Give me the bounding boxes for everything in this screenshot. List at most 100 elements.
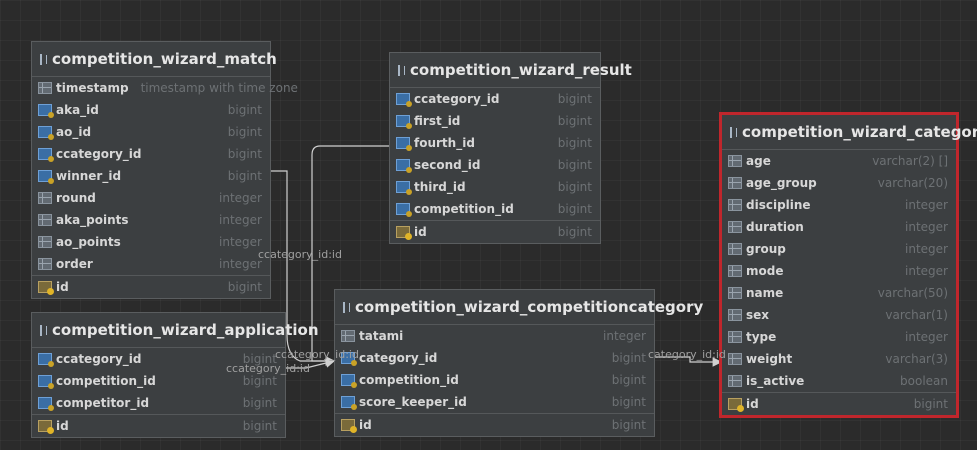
column-name: ao_points: [56, 235, 121, 249]
column-icon: [728, 221, 742, 233]
primary-key-row[interactable]: id bigint: [335, 413, 654, 436]
table-competition-wizard-result[interactable]: competition_wizard_result ccategory_idbi…: [389, 52, 632, 244]
column-icon: [728, 155, 742, 167]
column-icon: [341, 330, 355, 342]
column-name: duration: [746, 220, 804, 234]
column-type: bigint: [557, 202, 592, 216]
column-row[interactable]: fourth_id bigint: [390, 132, 600, 154]
column-type: bigint: [557, 114, 592, 128]
table-competition-wizard-category[interactable]: competition_wizard_category age varchar(2…: [719, 112, 977, 418]
diagram-canvas[interactable]: competition_wizard_match timestamp timest…: [0, 0, 977, 450]
primary-key-row[interactable]: id bigint: [32, 275, 270, 298]
table-title: competition_wizard_result: [410, 61, 632, 79]
column-type: bigint: [611, 418, 646, 432]
table-competition-wizard-match[interactable]: competition_wizard_match timestamp timest…: [31, 41, 298, 299]
column-name: id: [56, 419, 69, 433]
column-icon: [728, 243, 742, 255]
column-row[interactable]: timestamp timestamp with time zone: [32, 77, 298, 99]
column-name: aka_points: [56, 213, 129, 227]
column-row[interactable]: age_group varchar(20): [722, 172, 956, 194]
column-row[interactable]: competition_id bigint: [390, 198, 600, 220]
table-header: competition_wizard_match: [32, 42, 277, 77]
column-name: sex: [746, 308, 770, 322]
column-row[interactable]: discipline integer: [722, 194, 956, 216]
column-name: category_id: [359, 351, 438, 365]
column-type: varchar(1): [885, 308, 948, 322]
column-row[interactable]: ao_points integer: [32, 231, 270, 253]
column-type: integer: [905, 264, 948, 278]
column-name: second_id: [414, 158, 481, 172]
table-icon: [343, 301, 350, 313]
column-type: integer: [905, 330, 948, 344]
column-row[interactable]: winner_id bigint: [32, 165, 270, 187]
column-name: name: [746, 286, 784, 300]
edge-label-match-ccategory: ccategory_id:id: [258, 248, 342, 261]
column-row[interactable]: aka_points integer: [32, 209, 270, 231]
column-row[interactable]: mode integer: [722, 260, 956, 282]
column-name: order: [56, 257, 93, 271]
column-row[interactable]: ccategory_id bigint: [390, 88, 600, 110]
column-row[interactable]: score_keeper_id bigint: [335, 391, 654, 413]
foreign-key-icon: [38, 104, 54, 118]
column-type: integer: [603, 329, 646, 343]
column-row[interactable]: third_id bigint: [390, 176, 600, 198]
primary-key-row[interactable]: id bigint: [390, 220, 600, 243]
column-type: bigint: [913, 397, 948, 411]
column-row[interactable]: duration integer: [722, 216, 956, 238]
foreign-key-icon: [396, 115, 412, 129]
column-name: ccategory_id: [414, 92, 500, 106]
column-row[interactable]: type integer: [722, 326, 956, 348]
column-row[interactable]: sex varchar(1): [722, 304, 956, 326]
primary-key-row[interactable]: id bigint: [722, 392, 956, 415]
column-name: competition_id: [56, 374, 156, 388]
foreign-key-icon: [396, 137, 412, 151]
column-name: competition_id: [359, 373, 459, 387]
column-row[interactable]: age varchar(2) []: [722, 150, 956, 172]
column-type: bigint: [227, 103, 262, 117]
column-name: id: [359, 418, 372, 432]
column-row[interactable]: order integer: [32, 253, 270, 275]
column-type: varchar(50): [877, 286, 948, 300]
column-type: varchar(2) []: [872, 154, 948, 168]
column-row[interactable]: weight varchar(3): [722, 348, 956, 370]
column-name: first_id: [414, 114, 461, 128]
column-row[interactable]: second_id bigint: [390, 154, 600, 176]
edge-label-application-ccategory-b: ccategory_id:id: [226, 362, 310, 375]
column-type: integer: [905, 242, 948, 256]
column-row[interactable]: category_id bigint: [335, 347, 654, 369]
column-row[interactable]: group integer: [722, 238, 956, 260]
column-icon: [38, 258, 52, 270]
column-row[interactable]: first_id bigint: [390, 110, 600, 132]
column-name: ccategory_id: [56, 352, 142, 366]
column-name: group: [746, 242, 786, 256]
column-type: integer: [219, 235, 262, 249]
column-row[interactable]: competition_id bigint: [335, 369, 654, 391]
column-row[interactable]: is_active boolean: [722, 370, 956, 392]
column-type: timestamp with time zone: [140, 81, 298, 95]
column-type: bigint: [557, 225, 592, 239]
column-icon: [38, 192, 52, 204]
column-name: age: [746, 154, 771, 168]
column-type: integer: [905, 220, 948, 234]
column-row[interactable]: name varchar(50): [722, 282, 956, 304]
column-icon: [38, 82, 52, 94]
column-row[interactable]: aka_id bigint: [32, 99, 270, 121]
column-type: bigint: [557, 92, 592, 106]
column-type: integer: [219, 213, 262, 227]
column-type: boolean: [900, 374, 948, 388]
foreign-key-icon: [396, 181, 412, 195]
column-row[interactable]: ao_id bigint: [32, 121, 270, 143]
table-icon: [40, 53, 47, 65]
table-competition-wizard-competitioncategory[interactable]: competition_wizard_competitioncategory t…: [334, 289, 703, 437]
edge-label-category-link: category_id:id: [648, 348, 726, 361]
primary-key-row[interactable]: id bigint: [32, 414, 285, 437]
column-row[interactable]: competitor_id bigint: [32, 392, 285, 414]
column-row[interactable]: ccategory_id bigint: [32, 143, 270, 165]
column-name: is_active: [746, 374, 805, 388]
column-type: bigint: [611, 351, 646, 365]
table-competition-wizard-application[interactable]: competition_wizard_application ccategory…: [31, 312, 319, 438]
column-row[interactable]: round integer: [32, 187, 270, 209]
column-name: timestamp: [56, 81, 129, 95]
column-row[interactable]: tatami integer: [335, 325, 654, 347]
column-type: integer: [219, 191, 262, 205]
